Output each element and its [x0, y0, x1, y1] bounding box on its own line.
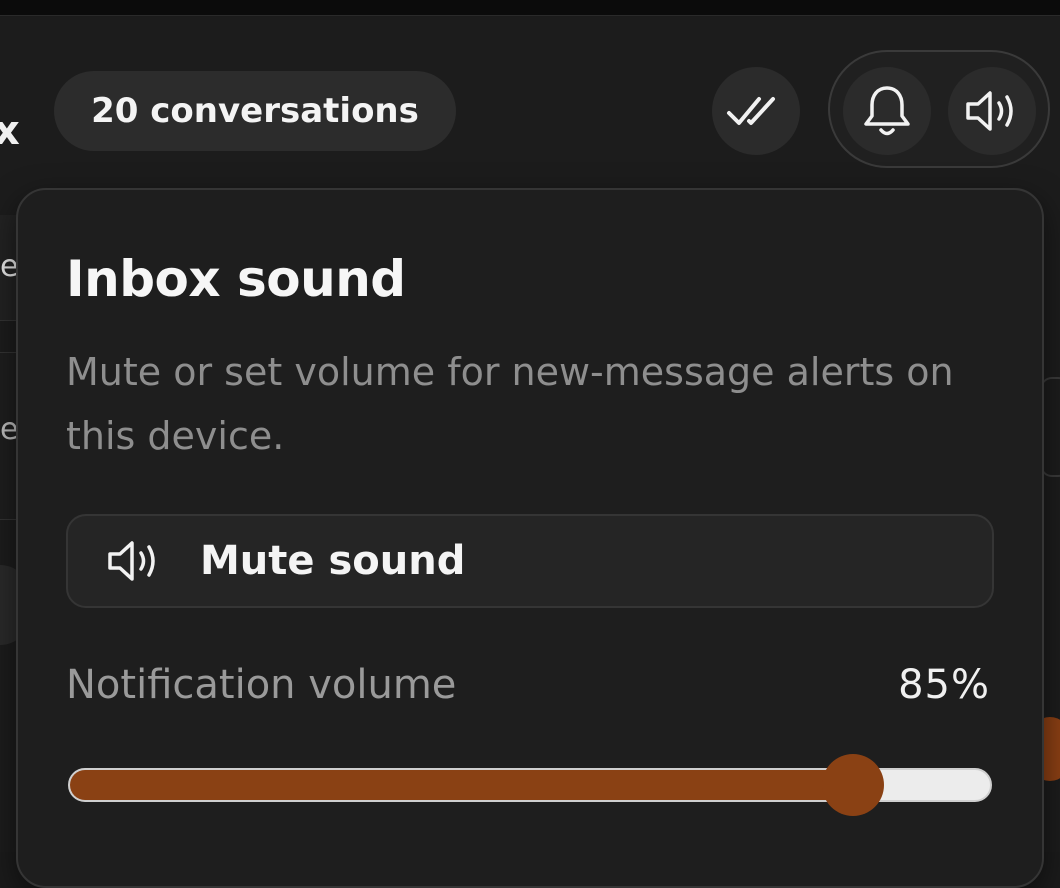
popover-title: Inbox sound	[66, 250, 406, 308]
mute-sound-label: Mute sound	[200, 538, 466, 584]
volume-slider-thumb[interactable]	[822, 754, 885, 816]
window-top-strip	[0, 0, 1060, 16]
speaker-icon	[108, 541, 155, 581]
mute-sound-button[interactable]: Mute sound	[66, 514, 994, 608]
notifications-button[interactable]	[843, 67, 931, 155]
volume-label: Notification volume	[66, 662, 457, 708]
bell-icon	[864, 86, 910, 136]
conversation-count-badge: 20 conversations	[54, 71, 456, 151]
volume-slider[interactable]	[68, 754, 992, 816]
inbox-sound-popover: Inbox sound Mute or set volume for new-m…	[16, 188, 1044, 888]
sound-button[interactable]	[948, 67, 1036, 155]
partial-title-glyph: x	[0, 108, 20, 154]
mark-all-read-button[interactable]	[712, 67, 800, 155]
volume-value: 85%	[898, 662, 990, 708]
speaker-icon	[966, 91, 1013, 131]
popover-description: Mute or set volume for new-message alert…	[66, 350, 954, 458]
double-check-icon	[727, 97, 775, 125]
volume-slider-fill	[70, 770, 852, 800]
